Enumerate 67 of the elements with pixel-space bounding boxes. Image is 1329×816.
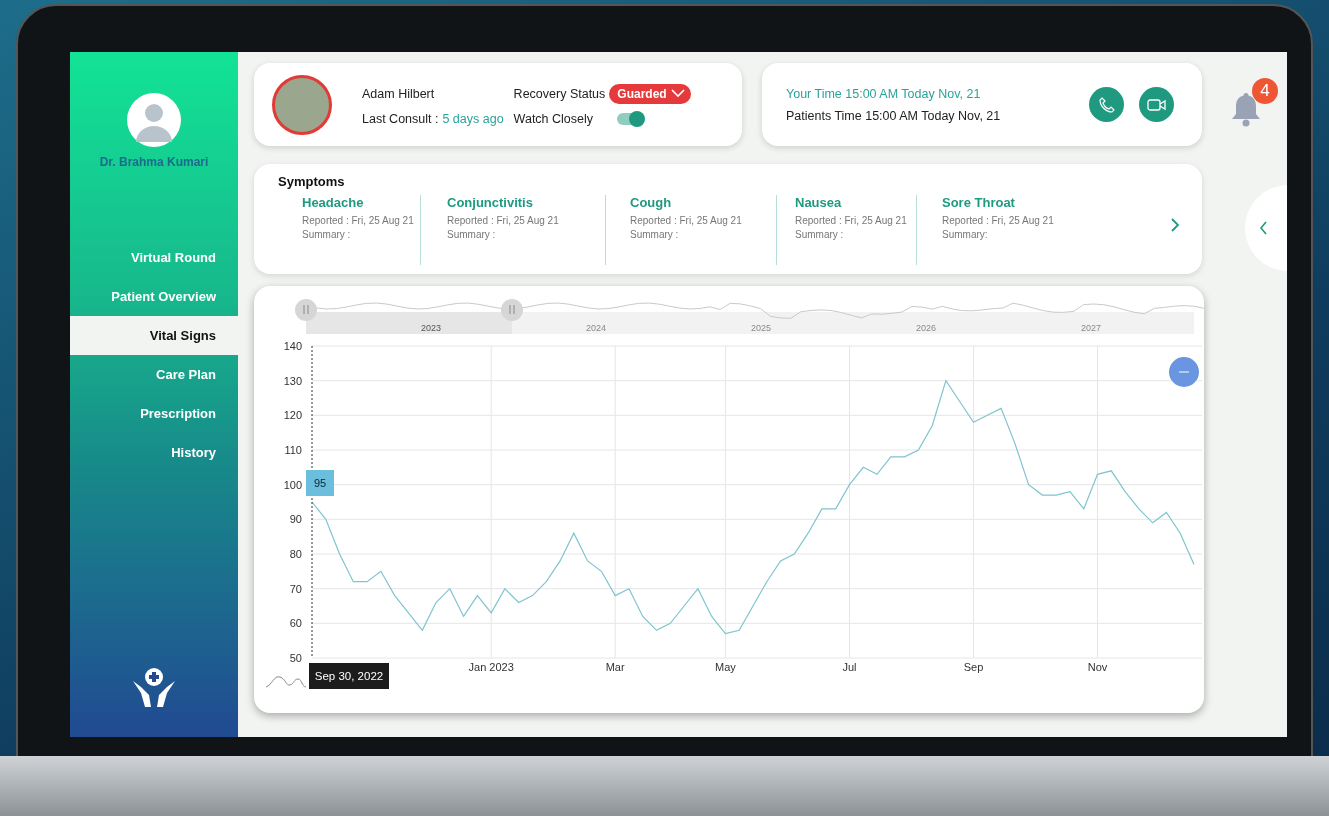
your-time-text: Your Time 15:00 AM Today Nov, 21	[786, 86, 982, 101]
symptom-name: Nausea	[795, 195, 843, 210]
x-axis-label: Jul	[842, 661, 857, 673]
x-axis-label: Sep	[963, 661, 984, 673]
y-axis-label: 110	[284, 444, 302, 456]
y-axis-label: 60	[289, 617, 302, 630]
reported-date: Reported : Fri, 25 Aug 21	[942, 215, 1055, 226]
nav-item[interactable]: Care Plan	[70, 355, 238, 394]
navigator-year-label: 2024	[586, 323, 606, 333]
watch-closely-label: Watch Closely	[513, 111, 594, 126]
recovery-status-dropdown[interactable]: Guarded	[609, 83, 691, 104]
chart-type-icon[interactable]	[265, 676, 307, 688]
x-axis-label: Mar	[605, 661, 625, 673]
last-consult-link[interactable]: 5 days ago	[442, 111, 504, 126]
reported-date: Reported : Fri, 25 Aug 21	[447, 215, 560, 226]
x-axis-label: Jan 2023	[468, 661, 514, 673]
y-axis-label: 80	[289, 548, 302, 560]
navigator-year-label: 2023	[421, 323, 441, 333]
x-axis-label: Nov	[1087, 661, 1108, 673]
summary-label: Summary :	[630, 229, 680, 240]
watch-closely-toggle[interactable]	[617, 112, 644, 125]
reported-date: Reported : Fri, 25 Aug 21	[795, 215, 908, 226]
next-chevron-icon[interactable]	[1170, 217, 1180, 233]
x-axis-label: May	[715, 661, 736, 673]
phone-icon	[1097, 95, 1116, 114]
nav-item[interactable]: Virtual Round	[70, 238, 238, 277]
symptom-name: Sore Throat	[942, 195, 1016, 210]
y-axis-label: 90	[289, 513, 302, 526]
y-axis-label: 70	[289, 582, 302, 595]
patient-name: Adam Hilbert	[362, 86, 436, 101]
nav-item[interactable]: Patient Overview	[70, 277, 238, 316]
symptom-name: Cough	[630, 195, 673, 210]
hands-cross-logo-icon	[131, 667, 177, 707]
y-axis-label: 120	[283, 409, 302, 422]
navigator-year-label: 2026	[916, 323, 936, 333]
y-axis-label: 130	[283, 374, 302, 387]
y-axis-label: 140	[283, 340, 302, 352]
y-axis-label: 100	[283, 478, 302, 491]
reported-date: Reported : Fri, 25 Aug 21	[630, 215, 743, 226]
nav-item[interactable]: Vital Signs	[70, 316, 238, 355]
navigator-year-label: 2027	[1081, 323, 1101, 333]
video-call-button[interactable]	[1139, 87, 1174, 122]
summary-label: Summary :	[795, 229, 845, 240]
video-camera-icon	[1146, 97, 1167, 112]
summary-label: Summary :	[447, 229, 497, 240]
notification-count: 4	[1252, 78, 1278, 104]
symptom-name: Conjunctivitis	[447, 195, 534, 210]
navigator-year-label: 2025	[751, 323, 771, 333]
symptoms-title: Symptoms	[278, 174, 346, 189]
zoom-out-button[interactable]	[1169, 357, 1199, 387]
y-axis-label: 50	[289, 652, 302, 664]
caret-icon	[670, 89, 685, 98]
doctor-name: Dr. Brahma Kumari	[99, 155, 209, 169]
date-tooltip: Sep 30, 2022	[309, 663, 389, 689]
bell-icon[interactable]	[1230, 91, 1262, 128]
phone-call-button[interactable]	[1089, 87, 1124, 122]
summary-label: Summary :	[302, 229, 352, 240]
patient-time-text: Patients Time 15:00 AM Today Nov, 21	[786, 108, 1002, 123]
reported-date: Reported : Fri, 25 Aug 21	[302, 215, 415, 226]
chevron-left-icon	[1259, 221, 1268, 235]
nav-item[interactable]: Prescription	[70, 394, 238, 433]
value-tooltip: 95	[306, 470, 334, 496]
recovery-status-label: Recovery Status	[513, 86, 606, 101]
nav-item[interactable]: History	[70, 433, 238, 472]
summary-label: Summary:	[942, 229, 989, 240]
symptom-name: Headache	[302, 195, 365, 210]
last-consult-label: Last Consult :	[362, 111, 439, 126]
